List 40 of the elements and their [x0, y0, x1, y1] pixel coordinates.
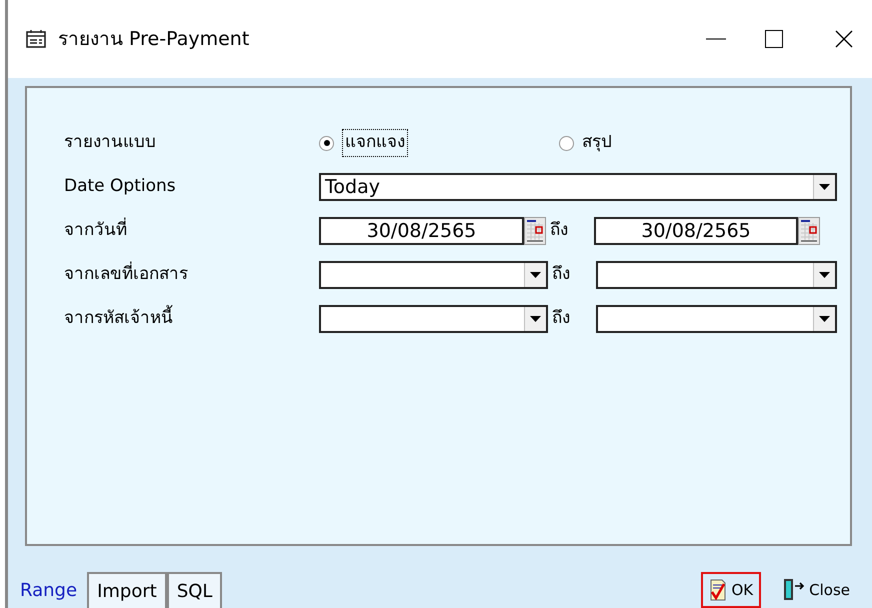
dropdown-arrow-button[interactable]: [813, 307, 835, 331]
window-title: รายงาน Pre-Payment: [58, 26, 250, 52]
window-icon: [26, 30, 46, 48]
field-label: จากเลขที่เอกสาร: [64, 262, 319, 288]
calendar-icon[interactable]: [524, 217, 546, 245]
dropdown-arrow-button[interactable]: [524, 263, 546, 287]
dropdown-field[interactable]: [596, 305, 837, 333]
dropdown-arrow-button[interactable]: [813, 263, 835, 287]
dropdown-arrow-button[interactable]: [524, 307, 546, 331]
dropdown-arrow-button[interactable]: [813, 175, 835, 199]
field-label: Date Options: [64, 175, 177, 198]
dropdown-field[interactable]: [319, 261, 548, 289]
radio-option[interactable]: สรุป: [559, 130, 612, 156]
dropdown-field[interactable]: [319, 305, 548, 333]
field-label: จากรหัสเจ้าหนี้: [64, 306, 319, 332]
caret-icon: [819, 184, 830, 190]
maximize-icon: [765, 30, 783, 48]
calendar-icon[interactable]: [798, 217, 820, 245]
caret-icon: [819, 272, 830, 278]
to-label: ถึง: [551, 307, 571, 330]
tab[interactable]: SQL: [166, 572, 222, 608]
close-icon: [835, 30, 853, 48]
dropdown-field[interactable]: Today: [319, 173, 837, 201]
close-dialog-button[interactable]: Close: [775, 572, 858, 608]
caret-icon: [530, 316, 541, 322]
minimize-icon: [706, 38, 726, 40]
radio-option[interactable]: แจกแจง: [319, 129, 559, 157]
to-label: ถึง: [549, 219, 569, 242]
exit-door-icon: [783, 578, 806, 602]
field-label: จากวันที่: [64, 218, 319, 244]
caret-icon: [819, 316, 830, 322]
date-field[interactable]: 30/08/2565: [319, 217, 524, 245]
dropdown-field[interactable]: [596, 261, 837, 289]
field-label: รายงานแบบ: [64, 131, 157, 154]
tab[interactable]: Import: [87, 572, 167, 608]
to-label: ถึง: [551, 263, 571, 286]
ok-button[interactable]: OK: [701, 572, 762, 608]
checked-document-icon: [709, 579, 728, 601]
date-field[interactable]: 30/08/2565: [594, 217, 798, 245]
caret-icon: [530, 272, 541, 278]
